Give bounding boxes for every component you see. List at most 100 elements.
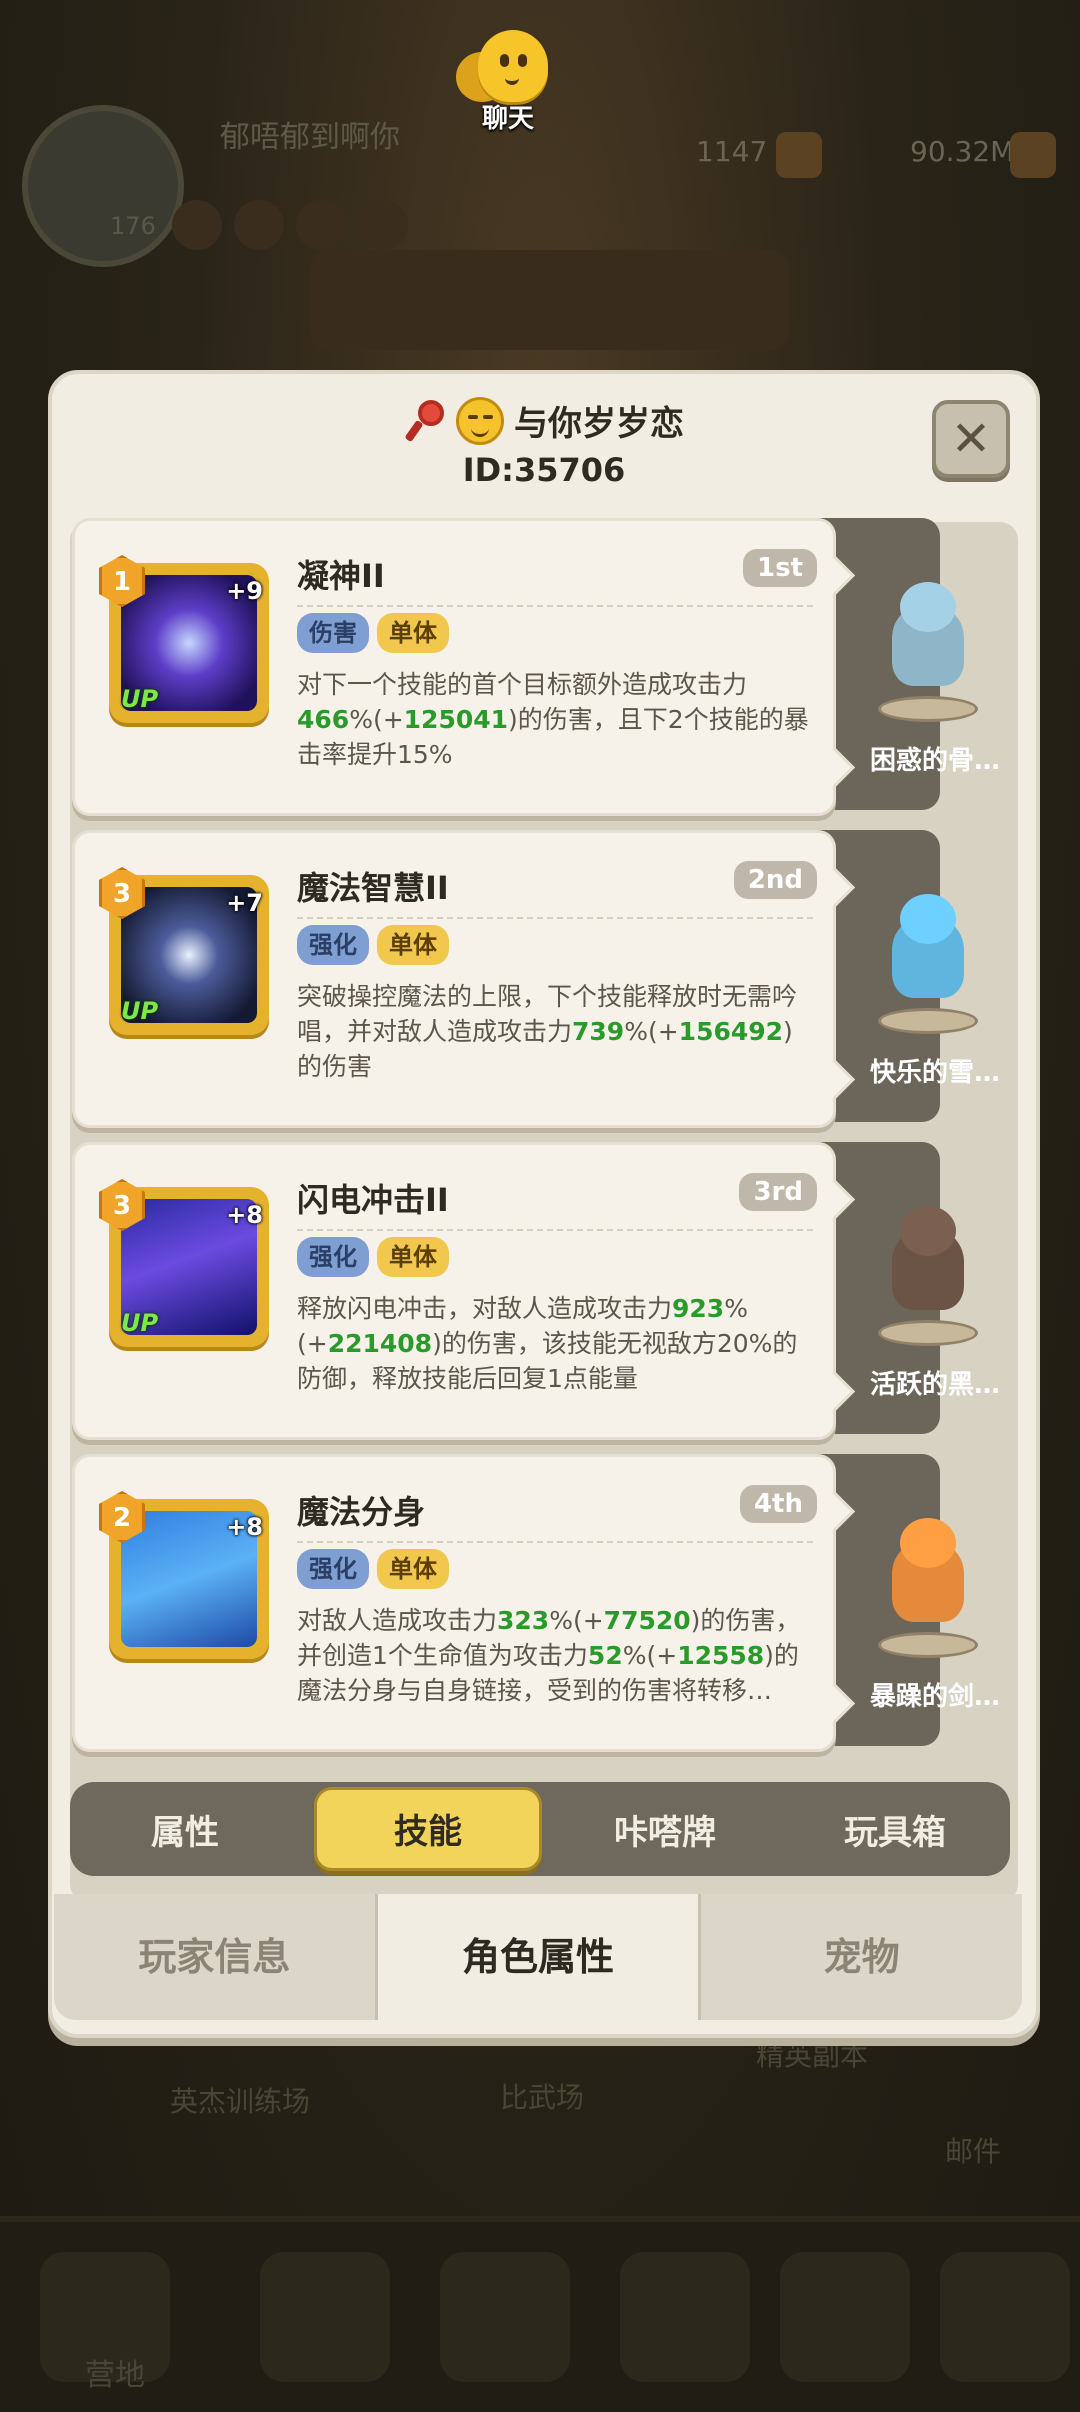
subtab-attributes[interactable]: 属性 (70, 1805, 300, 1854)
pet-figure-icon (878, 1206, 978, 1346)
skill-icon[interactable]: 3 +8 UP (99, 1179, 269, 1347)
skill-target-tag: 单体 (377, 925, 449, 965)
subtab-toybox[interactable]: 玩具箱 (780, 1805, 1010, 1854)
skill-name: 魔法智慧II (297, 869, 449, 907)
skill-order-badge: 2nd (733, 861, 817, 899)
skill-desc-segment: 156492 (678, 1017, 784, 1046)
skill-desc-segment: 12558 (677, 1641, 765, 1670)
skill-desc-segment: 923 (672, 1294, 725, 1323)
skill-icon[interactable]: 1 +9 UP (99, 555, 269, 723)
skill-order-badge: 3rd (739, 1173, 817, 1211)
close-button[interactable]: ✕ (932, 400, 1010, 478)
skill-desc-segment: 77520 (603, 1606, 691, 1635)
skill-description: 突破操控魔法的上限，下个技能释放时无需吟唱，并对敌人造成攻击力739%(+156… (297, 979, 817, 1084)
skill-target-tag: 单体 (377, 1549, 449, 1589)
skill-target-tag: 单体 (377, 1237, 449, 1277)
pet-figure-icon (878, 582, 978, 722)
bg-label: 英杰训练场 (170, 2085, 311, 2118)
tab-pets[interactable]: 宠物 (701, 1894, 1023, 2020)
player-name: 与你岁岁恋 (514, 404, 684, 444)
skill-name: 魔法分身 (297, 1493, 426, 1531)
bg-banner (310, 250, 790, 350)
avatar-emoji-icon (456, 396, 504, 445)
skill-order-badge: 1st (743, 549, 817, 587)
skill-card[interactable]: 3 +8 UP 闪电冲击II 3rd 强化 单体 释放闪电冲击，对敌人造成攻击力923%(+2… (72, 1142, 856, 1440)
skill-tags: 强化 单体 (297, 925, 449, 965)
skill-desc-segment: %(+ (624, 1017, 679, 1046)
pet-figure-icon (878, 1518, 978, 1658)
skill-desc-segment: 释放闪电冲击，对敌人造成攻击力 (297, 1294, 673, 1323)
divider (297, 1541, 813, 1543)
subtab-cards[interactable]: 咔嗒牌 (550, 1805, 780, 1854)
chat-button[interactable]: 聊天 (448, 30, 568, 140)
skill-card[interactable]: 2 +8 魔法分身 4th 强化 单体 对敌人造成攻击力323%(+77520)的伤害，并创… (72, 1454, 856, 1752)
skill-desc-segment: %(+ (622, 1641, 678, 1670)
subtab-skills[interactable]: 技能 (314, 1787, 542, 1871)
key-icon (404, 399, 446, 442)
skill-plus-level: +8 (226, 1201, 263, 1229)
pet-name: 快乐的雪… (869, 1058, 1000, 1088)
skill-target-tag: 单体 (377, 613, 449, 653)
pet-figure-icon (878, 894, 978, 1034)
skill-desc-segment: 466 (297, 705, 350, 734)
skill-desc-segment: 125041 (403, 705, 509, 734)
skill-tags: 强化 单体 (297, 1549, 449, 1589)
sub-tab-bar: 属性 技能 咔嗒牌 玩具箱 (70, 1782, 1010, 1876)
tab-character-attributes[interactable]: 角色属性 (377, 1894, 702, 2020)
skill-name: 凝神II (297, 557, 385, 595)
up-tag: UP (121, 997, 159, 1025)
up-tag: UP (121, 685, 159, 713)
skill-desc-segment: 739 (572, 1017, 625, 1046)
divider (297, 917, 813, 919)
chat-label: 聊天 (481, 104, 534, 134)
bg-label: 营地 (85, 2358, 145, 2393)
skill-icon[interactable]: 3 +7 UP (99, 867, 269, 1035)
skill-type-tag: 强化 (297, 1549, 369, 1589)
divider (297, 1229, 813, 1231)
bg-resource-1: 1147 (696, 135, 768, 168)
player-id: ID:35706 (462, 451, 626, 489)
bg-plus-icon (776, 132, 822, 178)
skill-card[interactable]: 1 +9 UP 凝神II 1st 伤害 单体 对下一个技能的首个目标额外造成攻击力466%(+… (72, 518, 856, 816)
skill-desc-segment: 对敌人造成攻击力 (297, 1606, 498, 1635)
chat-face-icon (478, 30, 548, 102)
skill-type-tag: 强化 (297, 1237, 369, 1277)
skill-description: 释放闪电冲击，对敌人造成攻击力923%(+221408)的伤害，该技能无视敌方2… (297, 1291, 817, 1396)
skill-tags: 伤害 单体 (297, 613, 449, 653)
panel-header: 与你岁岁恋 ID:35706 (52, 396, 1036, 489)
pet-name: 活跃的黑… (869, 1370, 1000, 1400)
skill-desc-segment: %(+ (549, 1606, 604, 1635)
skill-description: 对敌人造成攻击力323%(+77520)的伤害，并创造1个生命值为攻击力52%(… (297, 1603, 817, 1708)
skill-type-tag: 强化 (297, 925, 369, 965)
bg-status-icons (172, 200, 408, 250)
close-icon: ✕ (950, 411, 992, 467)
skill-icon[interactable]: 2 +8 (99, 1491, 269, 1659)
bg-player-level: 176 (110, 212, 156, 240)
skill-desc-segment: %(+ (349, 705, 404, 734)
skill-desc-segment: 52 (587, 1641, 623, 1670)
skill-tags: 强化 单体 (297, 1237, 449, 1277)
skill-name: 闪电冲击II (297, 1181, 449, 1219)
skill-type-tag: 伤害 (297, 613, 369, 653)
pet-name: 暴躁的剑… (869, 1682, 1000, 1712)
divider (297, 605, 813, 607)
bg-label: 比武场 (500, 2081, 585, 2114)
bg-label: 邮件 (945, 2135, 1002, 2168)
bg-plus-icon (1010, 132, 1056, 178)
pet-name: 困惑的骨… (869, 746, 1000, 776)
bg-resource-2: 90.32M (910, 135, 1015, 168)
skill-card[interactable]: 3 +7 UP 魔法智慧II 2nd 强化 单体 突破操控魔法的上限，下个技能释放时无需吟唱，… (72, 830, 856, 1128)
skill-plus-level: +8 (226, 1513, 263, 1541)
main-tab-bar: 玩家信息 角色属性 宠物 (54, 1894, 1023, 2020)
up-tag: UP (121, 1309, 159, 1337)
bg-label: 精英副本 (756, 2039, 869, 2072)
skill-desc-segment: 对下一个技能的首个目标额外造成攻击力 (297, 670, 748, 699)
skill-plus-level: +7 (226, 889, 263, 917)
skill-plus-level: +9 (226, 577, 263, 605)
bg-bottom-bar: 营地 (0, 2216, 1080, 2412)
skill-desc-segment: 323 (497, 1606, 550, 1635)
skill-desc-segment: 221408 (327, 1329, 433, 1358)
bg-avatar (22, 105, 184, 267)
tab-player-info[interactable]: 玩家信息 (54, 1894, 378, 2020)
bg-player-name: 郁唔郁到啊你 (220, 120, 400, 155)
